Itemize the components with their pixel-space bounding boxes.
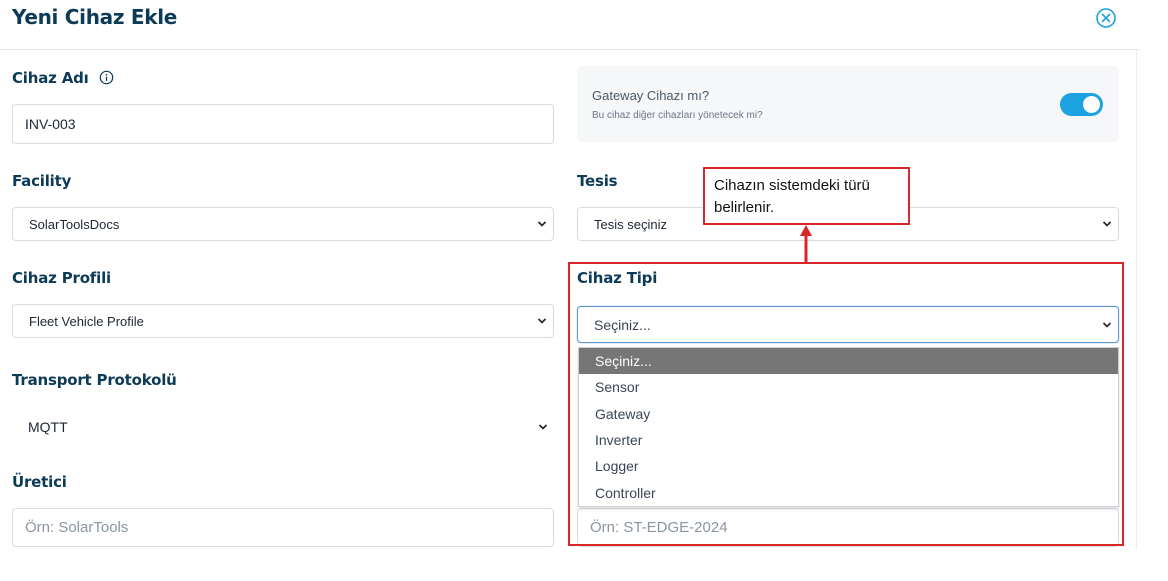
- toggle-knob: [1083, 96, 1100, 113]
- dropdown-option[interactable]: Logger: [579, 453, 1118, 479]
- tesis-selected: Tesis seçiniz: [594, 216, 667, 232]
- modal-header: Yeni Cihaz Ekle: [0, 0, 1140, 50]
- device-profile-label: Cihaz Profili: [12, 269, 111, 287]
- dropdown-option[interactable]: Seçiniz...: [579, 348, 1118, 375]
- chevron-down-icon: [538, 424, 548, 430]
- model-input[interactable]: Örn: ST-EDGE-2024: [577, 508, 1119, 547]
- chevron-down-icon: [537, 318, 547, 324]
- device-name-label: Cihaz Adı: [12, 69, 114, 87]
- manufacturer-input[interactable]: Örn: SolarTools: [12, 508, 554, 547]
- chevron-down-icon: [537, 221, 547, 227]
- gateway-toggle[interactable]: [1060, 93, 1103, 116]
- chevron-down-icon: [1102, 321, 1112, 328]
- transport-selected: MQTT: [28, 419, 68, 435]
- device-type-selected: Seçiniz...: [594, 316, 651, 333]
- tesis-label: Tesis: [577, 172, 618, 190]
- dropdown-option[interactable]: Sensor: [579, 374, 1118, 400]
- gateway-card: Gateway Cihazı mı? Bu cihaz diğer cihazl…: [577, 66, 1119, 142]
- device-type-dropdown: Seçiniz... Sensor Gateway Inverter Logge…: [578, 347, 1119, 507]
- device-profile-selected: Fleet Vehicle Profile: [29, 313, 144, 329]
- modal-edge: [1136, 50, 1137, 550]
- device-name-value: INV-003: [25, 116, 76, 132]
- manufacturer-label: Üretici: [12, 473, 67, 491]
- transport-label: Transport Protokolü: [12, 371, 177, 389]
- close-icon[interactable]: [1095, 7, 1117, 29]
- info-icon[interactable]: [99, 70, 114, 85]
- manufacturer-placeholder: Örn: SolarTools: [25, 519, 129, 536]
- gateway-question: Gateway Cihazı mı?: [592, 88, 710, 103]
- transport-select[interactable]: MQTT: [12, 410, 554, 444]
- model-placeholder: Örn: ST-EDGE-2024: [590, 519, 728, 536]
- annotation-arrow-icon: [800, 225, 812, 264]
- modal-title: Yeni Cihaz Ekle: [12, 5, 178, 29]
- dropdown-option[interactable]: Controller: [579, 479, 1118, 505]
- device-name-input[interactable]: INV-003: [12, 104, 554, 144]
- dropdown-option[interactable]: Gateway: [579, 401, 1118, 427]
- device-type-label: Cihaz Tipi: [577, 269, 658, 287]
- facility-selected: SolarToolsDocs: [29, 216, 120, 232]
- gateway-description: Bu cihaz diğer cihazları yönetecek mi?: [592, 110, 763, 121]
- device-profile-select[interactable]: Fleet Vehicle Profile: [12, 304, 554, 338]
- device-type-select[interactable]: Seçiniz...: [577, 306, 1119, 343]
- facility-select[interactable]: SolarToolsDocs: [12, 207, 554, 241]
- device-name-label-text: Cihaz Adı: [12, 69, 89, 87]
- annotation-callout: Cihazın sistemdeki türü belirlenir.: [703, 167, 910, 225]
- facility-label: Facility: [12, 172, 72, 190]
- chevron-down-icon: [1102, 221, 1112, 227]
- dropdown-option[interactable]: Inverter: [579, 427, 1118, 453]
